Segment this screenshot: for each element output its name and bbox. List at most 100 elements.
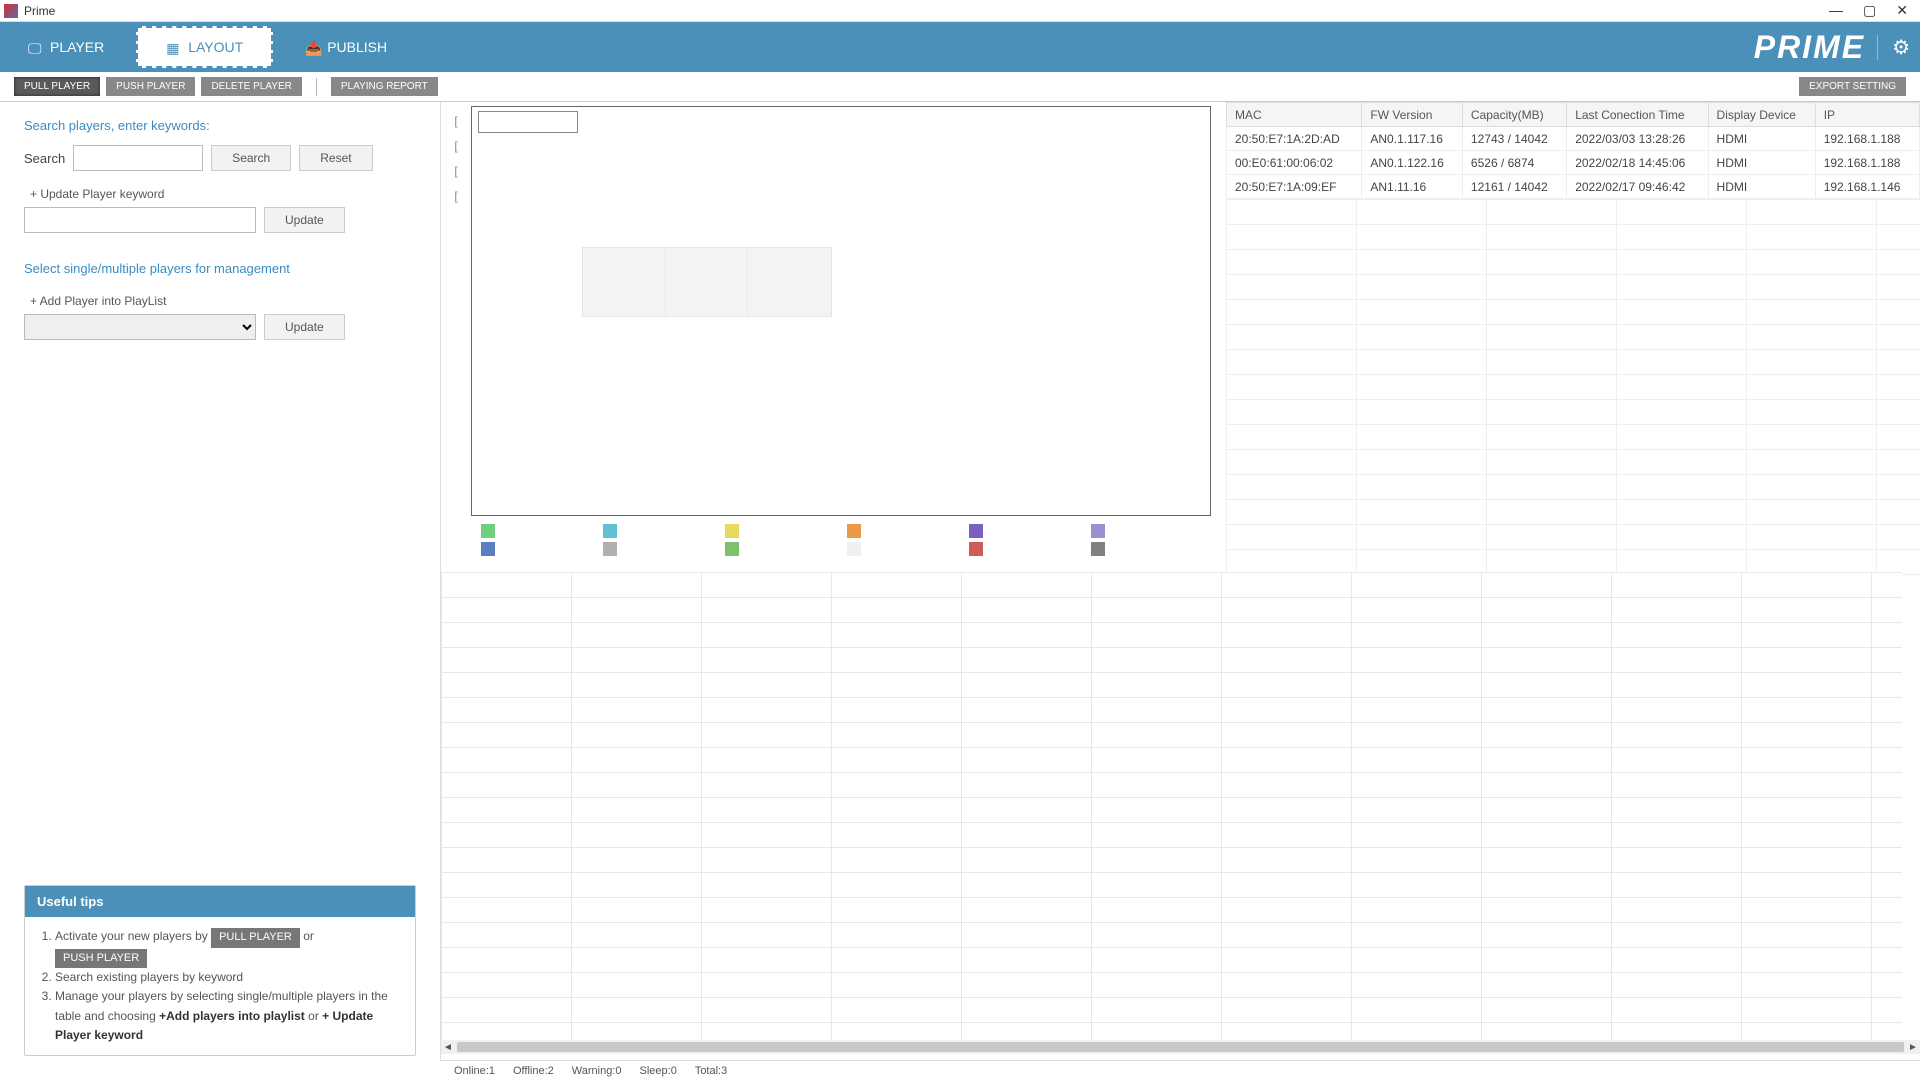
cell-fw: AN0.1.122.16 bbox=[1362, 151, 1463, 175]
cell-disp: HDMI bbox=[1708, 175, 1815, 199]
useful-tips-panel: Useful tips Activate your new players by… bbox=[24, 885, 416, 1056]
update-keyword-label: + Update Player keyword bbox=[30, 187, 416, 201]
titlebar: Prime — ▢ ✕ bbox=[0, 0, 1920, 22]
status-sleep: Sleep:0 bbox=[640, 1065, 677, 1077]
brand-logo: PRIME bbox=[1754, 29, 1865, 66]
row-checkbox[interactable]: [ bbox=[441, 133, 471, 158]
cell-cap: 12743 / 14042 bbox=[1462, 127, 1566, 151]
sidebar: Search players, enter keywords: Search S… bbox=[0, 102, 440, 1072]
update-keyword-button[interactable]: Update bbox=[264, 207, 345, 233]
canvas-small-region[interactable] bbox=[478, 111, 578, 133]
layout-icon: ▦ bbox=[166, 40, 180, 54]
tips-title: Useful tips bbox=[25, 886, 415, 917]
tab-publish-label: PUBLISH bbox=[327, 39, 387, 55]
color-swatch[interactable] bbox=[1091, 542, 1105, 556]
tab-layout-label: LAYOUT bbox=[188, 39, 243, 55]
status-online: Online:1 bbox=[454, 1065, 495, 1077]
color-swatch[interactable] bbox=[603, 524, 617, 538]
scroll-right-arrow[interactable]: ► bbox=[1906, 1042, 1920, 1053]
table-row[interactable]: 20:50:E7:1A:09:EFAN1.11.1612161 / 140422… bbox=[1227, 175, 1920, 199]
reset-button[interactable]: Reset bbox=[299, 145, 372, 171]
scroll-left-arrow[interactable]: ◄ bbox=[441, 1042, 455, 1053]
color-swatch[interactable] bbox=[1091, 524, 1105, 538]
maximize-button[interactable]: ▢ bbox=[1863, 2, 1876, 19]
scroll-thumb[interactable] bbox=[457, 1042, 1904, 1052]
col-fw[interactable]: FW Version bbox=[1362, 103, 1463, 127]
row-checkbox[interactable]: [ bbox=[441, 183, 471, 208]
settings-gear-icon[interactable]: ⚙ bbox=[1877, 35, 1910, 60]
horizontal-scrollbar[interactable]: ◄ ► bbox=[441, 1040, 1920, 1054]
cell-fw: AN0.1.117.16 bbox=[1362, 127, 1463, 151]
tip-pull-pill: PULL PLAYER bbox=[211, 928, 300, 948]
tip-1: Activate your new players by PULL PLAYER… bbox=[55, 927, 403, 968]
color-swatch[interactable] bbox=[725, 542, 739, 556]
playlist-select[interactable] bbox=[24, 314, 256, 340]
cell-cap: 12161 / 14042 bbox=[1462, 175, 1566, 199]
table-row[interactable]: 00:E0:61:00:06:02AN0.1.122.166526 / 6874… bbox=[1227, 151, 1920, 175]
color-swatch[interactable] bbox=[481, 542, 495, 556]
tab-layout[interactable]: ▦ LAYOUT bbox=[136, 26, 273, 68]
col-capacity[interactable]: Capacity(MB) bbox=[1462, 103, 1566, 127]
cell-disp: HDMI bbox=[1708, 127, 1815, 151]
color-swatch[interactable] bbox=[847, 542, 861, 556]
content-area: [ [ [ [ MAC FW Version Capacity(MB) Last bbox=[440, 102, 1920, 1072]
color-swatch[interactable] bbox=[847, 524, 861, 538]
keyword-input[interactable] bbox=[24, 207, 256, 233]
cell-last: 2022/02/18 14:45:06 bbox=[1567, 151, 1708, 175]
checkbox-column: [ [ [ [ bbox=[441, 102, 471, 522]
color-swatch[interactable] bbox=[969, 524, 983, 538]
search-button[interactable]: Search bbox=[211, 145, 291, 171]
tab-player[interactable]: 🖵 PLAYER bbox=[0, 22, 132, 72]
cell-ip: 192.168.1.188 bbox=[1815, 127, 1919, 151]
search-label: Search bbox=[24, 151, 65, 166]
status-total: Total:3 bbox=[695, 1065, 727, 1077]
canvas-mid-region[interactable] bbox=[582, 247, 832, 317]
players-table-wrap: MAC FW Version Capacity(MB) Last Conecti… bbox=[1226, 102, 1920, 579]
cell-ip: 192.168.1.188 bbox=[1815, 151, 1919, 175]
tab-publish[interactable]: 📤 PUBLISH bbox=[277, 22, 415, 72]
cell-cap: 6526 / 6874 bbox=[1462, 151, 1566, 175]
color-swatch[interactable] bbox=[481, 524, 495, 538]
players-table: MAC FW Version Capacity(MB) Last Conecti… bbox=[1226, 102, 1920, 199]
col-display-device[interactable]: Display Device bbox=[1708, 103, 1815, 127]
lower-grid bbox=[441, 572, 1902, 1042]
layout-canvas[interactable] bbox=[471, 106, 1211, 516]
cell-last: 2022/02/17 09:46:42 bbox=[1567, 175, 1708, 199]
toolbar-separator bbox=[316, 78, 317, 96]
col-mac[interactable]: MAC bbox=[1227, 103, 1362, 127]
tab-player-label: PLAYER bbox=[50, 39, 104, 55]
search-input[interactable] bbox=[73, 145, 203, 171]
status-offline: Offline:2 bbox=[513, 1065, 554, 1077]
cell-disp: HDMI bbox=[1708, 151, 1815, 175]
color-swatch[interactable] bbox=[603, 542, 617, 556]
publish-icon: 📤 bbox=[305, 40, 319, 54]
close-button[interactable]: ✕ bbox=[1896, 2, 1908, 19]
toolbar: PULL PLAYER PUSH PLAYER DELETE PLAYER PL… bbox=[0, 72, 1920, 102]
app-icon bbox=[4, 4, 18, 18]
color-swatch[interactable] bbox=[725, 524, 739, 538]
status-bar: Online:1 Offline:2 Warning:0 Sleep:0 Tot… bbox=[440, 1060, 1920, 1080]
status-warning: Warning:0 bbox=[572, 1065, 622, 1077]
update-playlist-button[interactable]: Update bbox=[264, 314, 345, 340]
table-empty-grid bbox=[1226, 199, 1920, 579]
pull-player-button[interactable]: PULL PLAYER bbox=[14, 77, 100, 96]
tip-2: Search existing players by keyword bbox=[55, 968, 403, 987]
row-checkbox[interactable]: [ bbox=[441, 108, 471, 133]
search-players-header: Search players, enter keywords: bbox=[24, 118, 416, 133]
cell-fw: AN1.11.16 bbox=[1362, 175, 1463, 199]
monitor-icon: 🖵 bbox=[28, 40, 42, 54]
col-last-connection[interactable]: Last Conection Time bbox=[1567, 103, 1708, 127]
color-swatch[interactable] bbox=[969, 542, 983, 556]
col-ip[interactable]: IP bbox=[1815, 103, 1919, 127]
delete-player-button[interactable]: DELETE PLAYER bbox=[201, 77, 301, 96]
tip-3: Manage your players by selecting single/… bbox=[55, 987, 403, 1045]
top-nav: 🖵 PLAYER ▦ LAYOUT 📤 PUBLISH PRIME ⚙ bbox=[0, 22, 1920, 72]
row-checkbox[interactable]: [ bbox=[441, 158, 471, 183]
minimize-button[interactable]: — bbox=[1829, 2, 1843, 19]
table-row[interactable]: 20:50:E7:1A:2D:ADAN0.1.117.1612743 / 140… bbox=[1227, 127, 1920, 151]
playing-report-button[interactable]: PLAYING REPORT bbox=[331, 77, 438, 96]
push-player-button[interactable]: PUSH PLAYER bbox=[106, 77, 195, 96]
add-playlist-label: + Add Player into PlayList bbox=[30, 294, 416, 308]
export-setting-button[interactable]: EXPORT SETTING bbox=[1799, 77, 1906, 96]
cell-mac: 20:50:E7:1A:09:EF bbox=[1227, 175, 1362, 199]
